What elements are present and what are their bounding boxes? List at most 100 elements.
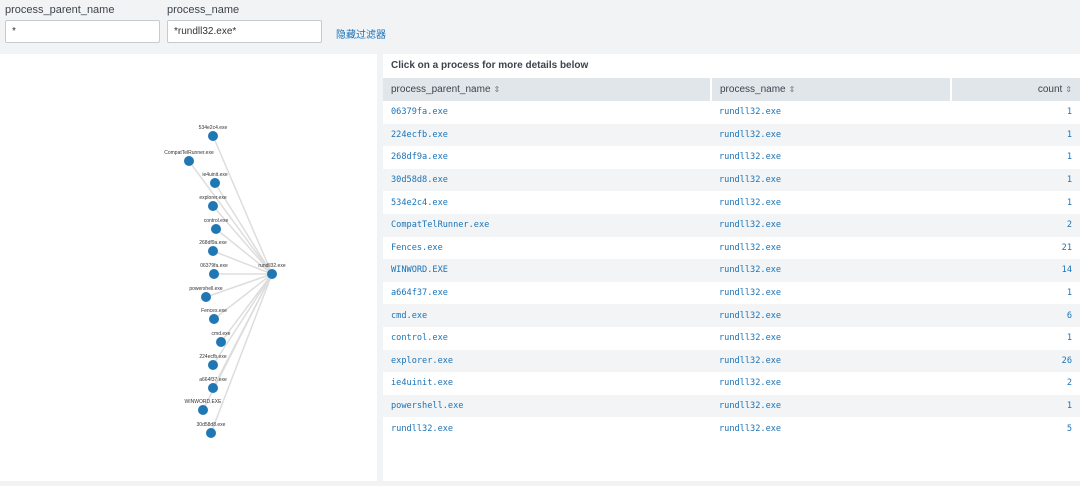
process-filter-input[interactable]: *rundll32.exe* bbox=[167, 20, 322, 43]
graph-node[interactable] bbox=[210, 178, 220, 188]
count-cell[interactable]: 1 bbox=[951, 101, 1080, 124]
details-title: Click on a process for more details belo… bbox=[391, 60, 589, 71]
graph-node[interactable] bbox=[208, 360, 218, 370]
table-header-row: process_parent_name ⇕ process_name ⇕ count… bbox=[383, 78, 1080, 101]
process-cell[interactable]: rundll32.exe bbox=[711, 349, 951, 373]
graph-node-label: explorer.exe bbox=[199, 195, 226, 201]
count-cell[interactable]: 5 bbox=[951, 417, 1080, 440]
process-filter-label: process_name bbox=[167, 4, 240, 16]
process-cell[interactable]: rundll32.exe bbox=[711, 304, 951, 327]
parent-cell[interactable]: control.exe bbox=[383, 327, 711, 350]
details-table: process_parent_name ⇕ process_name ⇕ count… bbox=[383, 78, 1080, 440]
process-cell[interactable]: rundll32.exe bbox=[711, 417, 951, 440]
graph-node[interactable] bbox=[198, 405, 208, 415]
count-cell[interactable]: 1 bbox=[951, 327, 1080, 350]
count-cell[interactable]: 2 bbox=[951, 372, 1080, 395]
graph-node-label: 224ecfb.exe bbox=[199, 354, 226, 360]
count-cell[interactable]: 1 bbox=[951, 146, 1080, 169]
parent-cell[interactable]: ie4uinit.exe bbox=[383, 372, 711, 395]
graph-node[interactable] bbox=[208, 131, 218, 141]
table-row[interactable]: powershell.exe rundll32.exe 1 bbox=[383, 394, 1080, 418]
process-filter: process_name *rundll32.exe* bbox=[167, 4, 322, 43]
parent-filter: process_parent_name * bbox=[5, 4, 160, 43]
process-cell[interactable]: rundll32.exe bbox=[711, 168, 951, 192]
count-cell[interactable]: 14 bbox=[951, 259, 1080, 282]
graph-node-label: CompatTelRunner.exe bbox=[164, 150, 214, 156]
hide-filters-link[interactable]: 隐藏过滤器 bbox=[336, 26, 386, 41]
process-cell[interactable]: rundll32.exe bbox=[711, 123, 951, 147]
process-cell[interactable]: rundll32.exe bbox=[711, 327, 951, 350]
table-row[interactable]: rundll32.exe rundll32.exe 5 bbox=[383, 417, 1080, 440]
table-row[interactable]: 268df9a.exe rundll32.exe 1 bbox=[383, 146, 1080, 169]
graph-node[interactable] bbox=[211, 224, 221, 234]
table-row[interactable]: 06379fa.exe rundll32.exe 1 bbox=[383, 101, 1080, 124]
parent-cell[interactable]: rundll32.exe bbox=[383, 417, 711, 440]
graph-node-label: control.exe bbox=[204, 218, 229, 224]
graph-node[interactable] bbox=[206, 428, 216, 438]
col-header-parent[interactable]: process_parent_name ⇕ bbox=[383, 78, 712, 101]
graph-target-label: rundll32.exe bbox=[258, 263, 285, 269]
table-row[interactable]: ie4uinit.exe rundll32.exe 2 bbox=[383, 372, 1080, 395]
count-cell[interactable]: 26 bbox=[951, 349, 1080, 373]
table-row[interactable]: a664f37.exe rundll32.exe 1 bbox=[383, 282, 1080, 305]
count-cell[interactable]: 1 bbox=[951, 168, 1080, 192]
sort-icon: ⇕ bbox=[493, 85, 501, 94]
graph-target-node[interactable] bbox=[267, 269, 277, 279]
process-cell[interactable]: rundll32.exe bbox=[711, 146, 951, 169]
details-panel: Click on a process for more details belo… bbox=[383, 54, 1080, 481]
parent-filter-label: process_parent_name bbox=[5, 4, 115, 16]
graph-node[interactable] bbox=[208, 201, 218, 211]
col-header-process[interactable]: process_name ⇕ bbox=[711, 78, 952, 101]
parent-cell[interactable]: 06379fa.exe bbox=[383, 101, 711, 124]
count-cell[interactable]: 1 bbox=[951, 394, 1080, 418]
graph-node[interactable] bbox=[216, 337, 226, 347]
table-row[interactable]: cmd.exe rundll32.exe 6 bbox=[383, 304, 1080, 327]
parent-cell[interactable]: CompatTelRunner.exe bbox=[383, 213, 711, 237]
process-cell[interactable]: rundll32.exe bbox=[711, 372, 951, 395]
parent-cell[interactable]: cmd.exe bbox=[383, 304, 711, 327]
table-row[interactable]: 534e2c4.exe rundll32.exe 1 bbox=[383, 191, 1080, 214]
graph-node[interactable] bbox=[208, 383, 218, 393]
process-cell[interactable]: rundll32.exe bbox=[711, 101, 951, 124]
table-row[interactable]: 224ecfb.exe rundll32.exe 1 bbox=[383, 123, 1080, 147]
parent-cell[interactable]: Fences.exe bbox=[383, 237, 711, 260]
parent-cell[interactable]: a664f37.exe bbox=[383, 282, 711, 305]
sort-icon: ⇕ bbox=[1065, 85, 1072, 94]
col-header-count[interactable]: count ⇕ bbox=[951, 78, 1080, 101]
table-row[interactable]: 30d58d8.exe rundll32.exe 1 bbox=[383, 168, 1080, 192]
process-cell[interactable]: rundll32.exe bbox=[711, 191, 951, 214]
table-row[interactable]: explorer.exe rundll32.exe 26 bbox=[383, 349, 1080, 373]
count-cell[interactable]: 1 bbox=[951, 191, 1080, 214]
process-cell[interactable]: rundll32.exe bbox=[711, 259, 951, 282]
parent-cell[interactable]: powershell.exe bbox=[383, 394, 711, 418]
process-cell[interactable]: rundll32.exe bbox=[711, 237, 951, 260]
count-cell[interactable]: 1 bbox=[951, 282, 1080, 305]
table-row[interactable]: CompatTelRunner.exe rundll32.exe 2 bbox=[383, 213, 1080, 237]
parent-cell[interactable]: 268df9a.exe bbox=[383, 146, 711, 169]
count-cell[interactable]: 21 bbox=[951, 237, 1080, 260]
table-row[interactable]: WINWORD.EXE rundll32.exe 14 bbox=[383, 259, 1080, 282]
count-cell[interactable]: 2 bbox=[951, 213, 1080, 237]
graph-node-label: WINWORD.EXE bbox=[185, 399, 223, 405]
table-row[interactable]: control.exe rundll32.exe 1 bbox=[383, 327, 1080, 350]
parent-cell[interactable]: 224ecfb.exe bbox=[383, 123, 711, 147]
parent-cell[interactable]: 534e2c4.exe bbox=[383, 191, 711, 214]
graph-node[interactable] bbox=[201, 292, 211, 302]
graph-node-label: ie4uinit.exe bbox=[202, 172, 228, 178]
count-cell[interactable]: 6 bbox=[951, 304, 1080, 327]
process-graph-panel: 534e2c4.exe CompatTelRunner.exe ie4uinit.e… bbox=[0, 54, 377, 481]
count-cell[interactable]: 1 bbox=[951, 123, 1080, 147]
graph-node-label: 06379fa.exe bbox=[200, 263, 228, 269]
process-cell[interactable]: rundll32.exe bbox=[711, 394, 951, 418]
parent-cell[interactable]: 30d58d8.exe bbox=[383, 168, 711, 192]
graph-node[interactable] bbox=[209, 314, 219, 324]
graph-node[interactable] bbox=[184, 156, 194, 166]
parent-cell[interactable]: WINWORD.EXE bbox=[383, 259, 711, 282]
graph-node[interactable] bbox=[208, 246, 218, 256]
parent-filter-input[interactable]: * bbox=[5, 20, 160, 43]
process-cell[interactable]: rundll32.exe bbox=[711, 282, 951, 305]
table-row[interactable]: Fences.exe rundll32.exe 21 bbox=[383, 237, 1080, 260]
process-cell[interactable]: rundll32.exe bbox=[711, 213, 951, 237]
graph-node[interactable] bbox=[209, 269, 219, 279]
parent-cell[interactable]: explorer.exe bbox=[383, 349, 711, 373]
